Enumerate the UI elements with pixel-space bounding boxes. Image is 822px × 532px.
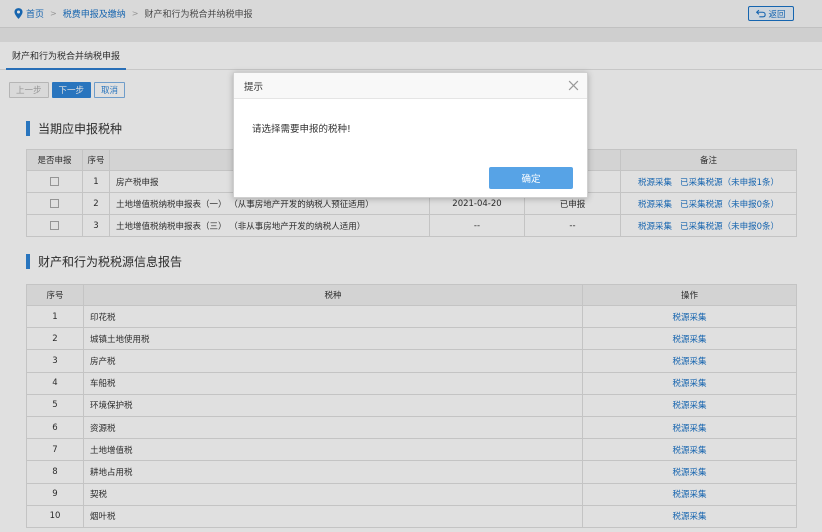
- dialog-title: 提示: [244, 81, 264, 93]
- confirm-button[interactable]: 确定: [489, 167, 573, 189]
- dialog-message: 请选择需要申报的税种!: [252, 124, 351, 135]
- dialog-header: 提示: [234, 73, 587, 99]
- alert-dialog: 提示 请选择需要申报的税种! 确定: [233, 72, 588, 198]
- close-icon[interactable]: [568, 80, 579, 91]
